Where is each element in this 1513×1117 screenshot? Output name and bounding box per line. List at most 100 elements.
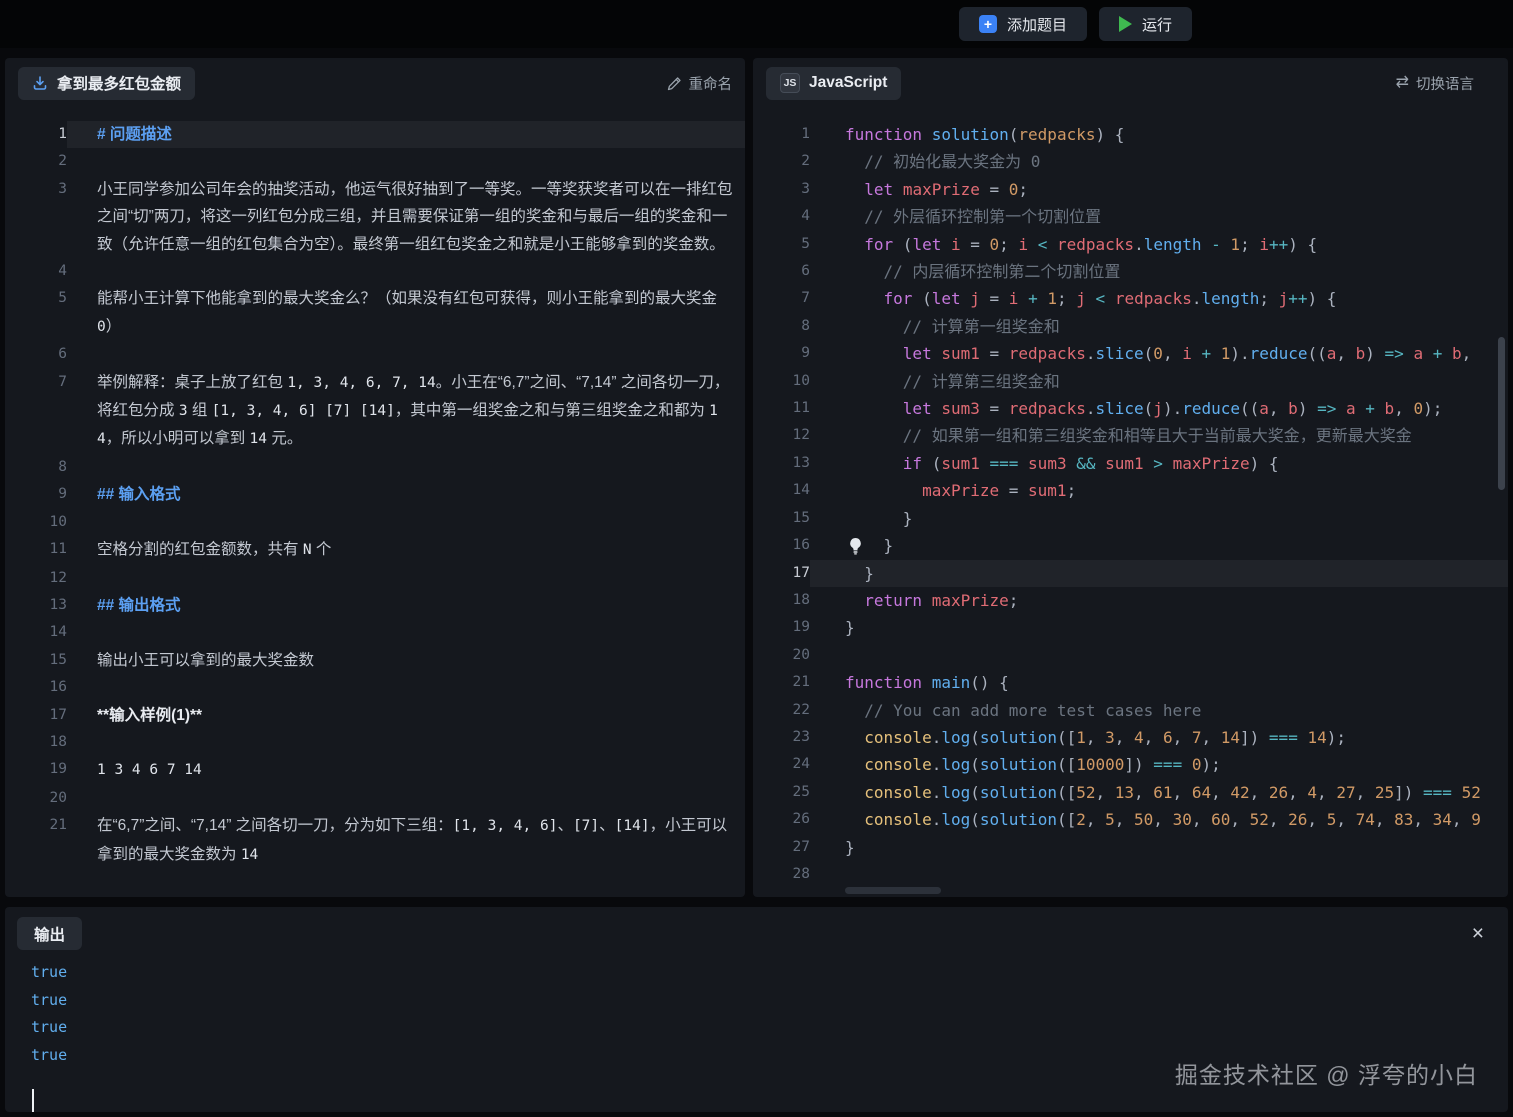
code-line-content[interactable]: }: [810, 505, 1508, 532]
md-line[interactable]: 10: [5, 509, 745, 536]
code-line-content[interactable]: [810, 642, 1508, 669]
md-line[interactable]: 12: [5, 565, 745, 592]
md-line-content[interactable]: 举例解释：桌子上放了红包 1, 3, 4, 6, 7, 14。小王在“6,7”之…: [67, 369, 745, 454]
md-line[interactable]: 5能帮小王计算下他能拿到的最大奖金么？（如果没有红包可获得，则小王能拿到的最大奖…: [5, 285, 745, 341]
code-line[interactable]: 4 // 外层循环控制第一个切割位置: [753, 203, 1508, 230]
code-line[interactable]: 23 console.log(solution([1, 3, 4, 6, 7, …: [753, 724, 1508, 751]
md-line-content[interactable]: [67, 785, 745, 812]
language-tab[interactable]: JS JavaScript: [766, 67, 901, 100]
md-line-content[interactable]: **输入样例(1)**: [67, 702, 745, 729]
code-line[interactable]: 2 // 初始化最大奖金为 0: [753, 148, 1508, 175]
code-line[interactable]: 26 console.log(solution([2, 5, 50, 30, 6…: [753, 806, 1508, 833]
code-line[interactable]: 13 if (sum1 === sum3 && sum1 > maxPrize)…: [753, 450, 1508, 477]
md-line[interactable]: 13## 输出格式: [5, 592, 745, 619]
md-line-content[interactable]: [67, 341, 745, 368]
md-line-content[interactable]: ## 输入格式: [67, 481, 745, 508]
md-line[interactable]: 17**输入样例(1)**: [5, 702, 745, 729]
rename-button[interactable]: 重命名: [667, 73, 733, 94]
md-line-content[interactable]: 1 3 4 6 7 14: [67, 756, 745, 784]
md-line[interactable]: 6: [5, 341, 745, 368]
code-line-content[interactable]: // 外层循环控制第一个切割位置: [810, 203, 1508, 230]
md-line-content[interactable]: [67, 729, 745, 756]
code-line-content[interactable]: // 内层循环控制第二个切割位置: [810, 258, 1508, 285]
add-question-button[interactable]: + 添加题目: [959, 7, 1087, 41]
code-line[interactable]: 22 // You can add more test cases here: [753, 697, 1508, 724]
code-line-content[interactable]: if (sum1 === sum3 && sum1 > maxPrize) {: [810, 450, 1508, 477]
code-line[interactable]: 20: [753, 642, 1508, 669]
code-line[interactable]: 3 let maxPrize = 0;: [753, 176, 1508, 203]
md-line-content[interactable]: [67, 148, 745, 175]
code-line-content[interactable]: }: [810, 614, 1508, 641]
code-line-content[interactable]: // 计算第三组奖金和: [810, 368, 1508, 395]
md-line[interactable]: 3小王同学参加公司年会的抽奖活动，他运气很好抽到了一等奖。一等奖获奖者可以在一排…: [5, 176, 745, 258]
code-line[interactable]: 27}: [753, 834, 1508, 861]
md-line[interactable]: 9## 输入格式: [5, 481, 745, 508]
horizontal-scrollbar[interactable]: [845, 887, 941, 894]
output-console[interactable]: truetruetruetrue: [5, 950, 1508, 1069]
code-line-content[interactable]: // 如果第一组和第三组奖金和相等且大于当前最大奖金，更新最大奖金: [810, 422, 1508, 449]
md-line[interactable]: 20: [5, 785, 745, 812]
code-line-content[interactable]: }: [810, 532, 1508, 559]
vertical-scrollbar[interactable]: [1498, 337, 1505, 490]
md-line[interactable]: 15输出小王可以拿到的最大奖金数: [5, 647, 745, 674]
md-line-content[interactable]: # 问题描述: [67, 121, 745, 148]
md-line[interactable]: 21在“6,7”之间、“7,14” 之间各切一刀，分为如下三组：[1, 3, 4…: [5, 812, 745, 869]
code-line[interactable]: 25 console.log(solution([52, 13, 61, 64,…: [753, 779, 1508, 806]
md-line-content[interactable]: [67, 454, 745, 481]
code-line[interactable]: 6 // 内层循环控制第二个切割位置: [753, 258, 1508, 285]
code-line[interactable]: 1function solution(redpacks) {: [753, 121, 1508, 148]
code-line-content[interactable]: console.log(solution([1, 3, 4, 6, 7, 14]…: [810, 724, 1508, 751]
code-line-content[interactable]: for (let j = i + 1; j < redpacks.length;…: [810, 285, 1508, 312]
code-line[interactable]: 9 let sum1 = redpacks.slice(0, i + 1).re…: [753, 340, 1508, 367]
code-editor[interactable]: 1function solution(redpacks) {2 // 初始化最大…: [753, 108, 1508, 888]
code-line-content[interactable]: maxPrize = sum1;: [810, 477, 1508, 504]
code-line-content[interactable]: }: [810, 560, 1508, 587]
lightbulb-icon[interactable]: [848, 536, 864, 554]
code-line[interactable]: 11 let sum3 = redpacks.slice(j).reduce((…: [753, 395, 1508, 422]
md-line-content[interactable]: 输出小王可以拿到的最大奖金数: [67, 647, 745, 674]
code-line-content[interactable]: console.log(solution([52, 13, 61, 64, 42…: [810, 779, 1508, 806]
md-line-content[interactable]: [67, 258, 745, 285]
code-line[interactable]: 14 maxPrize = sum1;: [753, 477, 1508, 504]
code-line[interactable]: 17 }: [753, 560, 1508, 587]
md-line[interactable]: 191 3 4 6 7 14: [5, 756, 745, 784]
md-line-content[interactable]: 空格分割的红包金额数，共有 N 个: [67, 536, 745, 564]
code-line[interactable]: 16 }: [753, 532, 1508, 559]
code-line-content[interactable]: let sum3 = redpacks.slice(j).reduce((a, …: [810, 395, 1508, 422]
md-line[interactable]: 16: [5, 674, 745, 701]
md-line[interactable]: 14: [5, 619, 745, 646]
code-line-content[interactable]: // 初始化最大奖金为 0: [810, 148, 1508, 175]
code-line-content[interactable]: for (let i = 0; i < redpacks.length - 1;…: [810, 231, 1508, 258]
code-line[interactable]: 12 // 如果第一组和第三组奖金和相等且大于当前最大奖金，更新最大奖金: [753, 422, 1508, 449]
code-line[interactable]: 18 return maxPrize;: [753, 587, 1508, 614]
output-tab[interactable]: 输出: [17, 917, 82, 950]
md-line[interactable]: 4: [5, 258, 745, 285]
code-line[interactable]: 5 for (let i = 0; i < redpacks.length - …: [753, 231, 1508, 258]
problem-editor[interactable]: 1# 问题描述23小王同学参加公司年会的抽奖活动，他运气很好抽到了一等奖。一等奖…: [5, 108, 745, 869]
md-line[interactable]: 8: [5, 454, 745, 481]
md-line[interactable]: 1# 问题描述: [5, 121, 745, 148]
code-line[interactable]: 28: [753, 861, 1508, 888]
switch-language-button[interactable]: ⇄ 切换语言: [1396, 73, 1474, 94]
md-line-content[interactable]: ## 输出格式: [67, 592, 745, 619]
code-line[interactable]: 10 // 计算第三组奖金和: [753, 368, 1508, 395]
code-line[interactable]: 21function main() {: [753, 669, 1508, 696]
md-line-content[interactable]: [67, 565, 745, 592]
code-line-content[interactable]: console.log(solution([10000]) === 0);: [810, 751, 1508, 778]
code-line-content[interactable]: // 计算第一组奖金和: [810, 313, 1508, 340]
md-line-content[interactable]: [67, 619, 745, 646]
code-line-content[interactable]: let sum1 = redpacks.slice(0, i + 1).redu…: [810, 340, 1508, 367]
md-line[interactable]: 2: [5, 148, 745, 175]
close-icon[interactable]: ×: [1462, 921, 1494, 946]
code-line-content[interactable]: // You can add more test cases here: [810, 697, 1508, 724]
code-line[interactable]: 7 for (let j = i + 1; j < redpacks.lengt…: [753, 285, 1508, 312]
code-line[interactable]: 24 console.log(solution([10000]) === 0);: [753, 751, 1508, 778]
code-line-content[interactable]: return maxPrize;: [810, 587, 1508, 614]
md-line[interactable]: 18: [5, 729, 745, 756]
code-line[interactable]: 8 // 计算第一组奖金和: [753, 313, 1508, 340]
code-line-content[interactable]: [810, 861, 1508, 888]
md-line-content[interactable]: 在“6,7”之间、“7,14” 之间各切一刀，分为如下三组：[1, 3, 4, …: [67, 812, 745, 869]
code-line-content[interactable]: }: [810, 834, 1508, 861]
md-line[interactable]: 7举例解释：桌子上放了红包 1, 3, 4, 6, 7, 14。小王在“6,7”…: [5, 369, 745, 454]
code-line-content[interactable]: let maxPrize = 0;: [810, 176, 1508, 203]
